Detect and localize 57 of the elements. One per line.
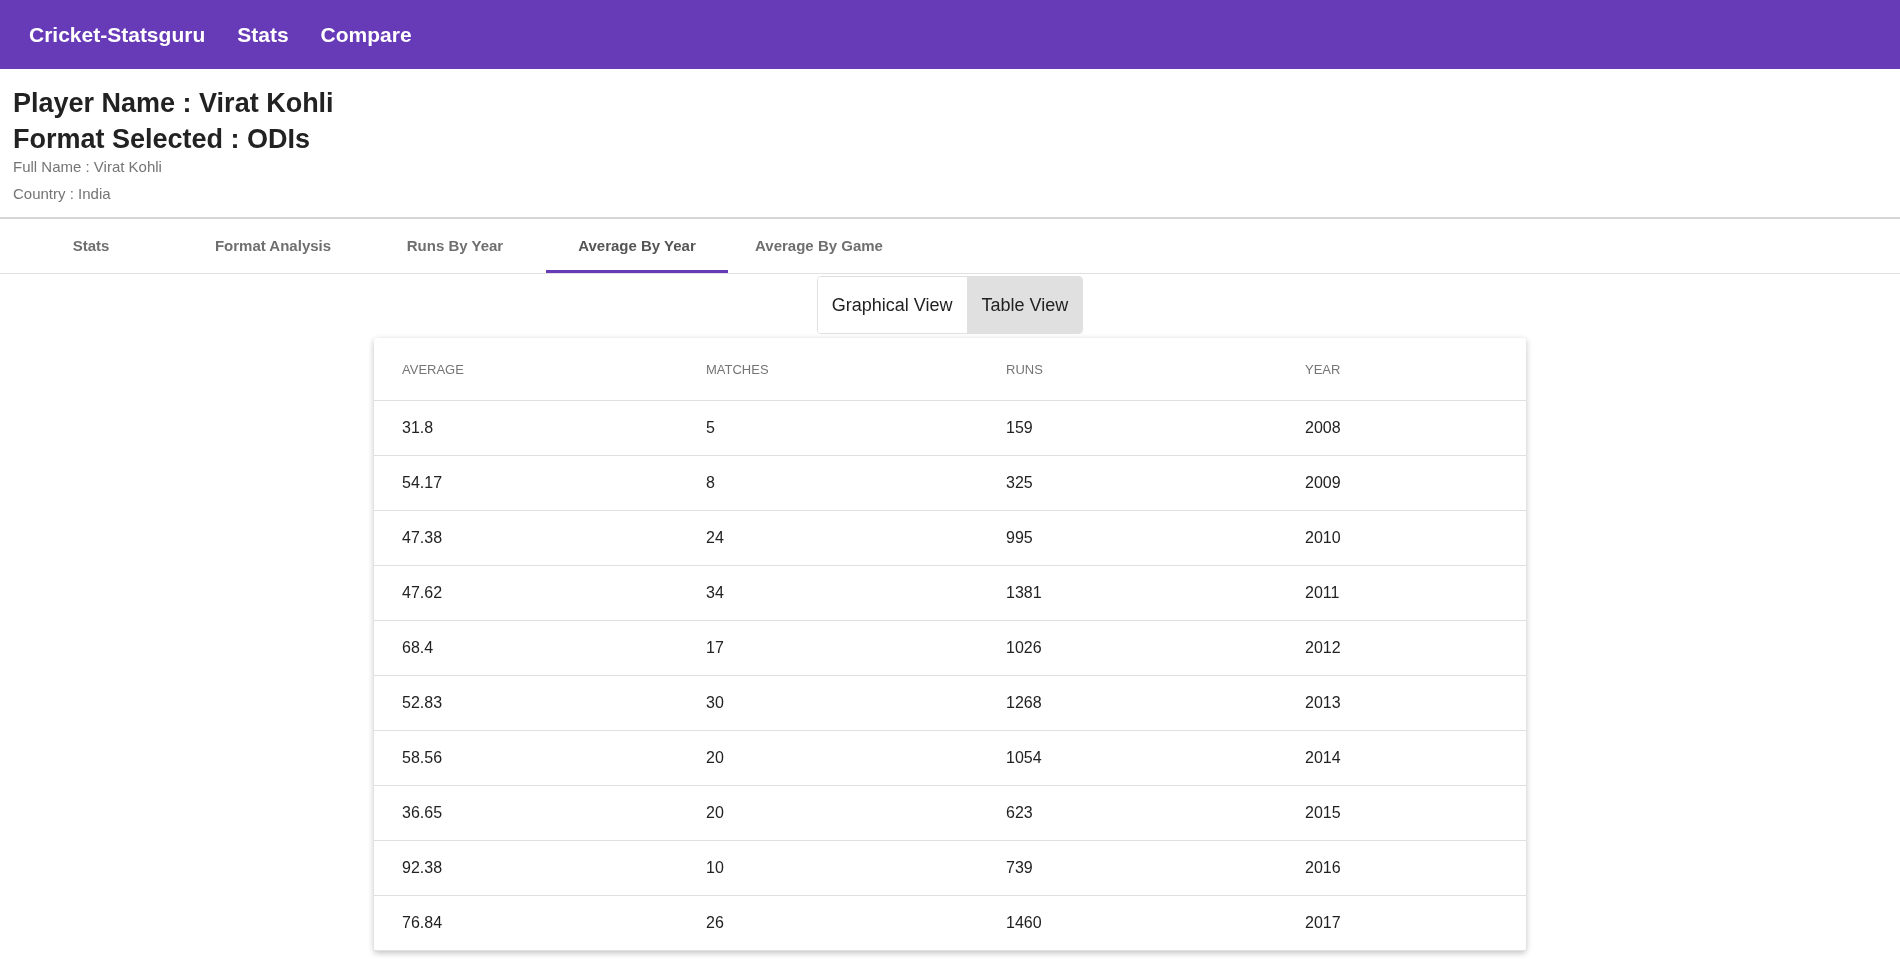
table-cell: 47.62	[374, 565, 678, 621]
table-cell: 36.65	[374, 785, 678, 841]
column-header: AVERAGE	[374, 338, 678, 401]
table-cell: 1026	[978, 620, 1277, 676]
table-cell: 1268	[978, 675, 1277, 731]
table-cell: 2015	[1277, 785, 1526, 841]
table-cell: 5	[678, 400, 978, 456]
nav-link[interactable]: Compare	[320, 22, 412, 47]
tab[interactable]: Format Analysis	[182, 219, 364, 273]
table-cell: 30	[678, 675, 978, 731]
view-toggle-button[interactable]: Table View	[966, 277, 1083, 333]
table-cell: 58.56	[374, 730, 678, 786]
table-cell: 325	[978, 455, 1277, 511]
brand-link[interactable]: Cricket-Statsguru	[29, 22, 206, 47]
format-heading: Format Selected : ODIs	[13, 123, 312, 156]
table-cell: 995	[978, 510, 1277, 566]
column-header: MATCHES	[678, 338, 978, 401]
column-header: RUNS	[978, 338, 1277, 401]
table-cell: 2012	[1277, 620, 1526, 676]
table-cell: 2016	[1277, 840, 1526, 896]
table-cell: 31.8	[374, 400, 678, 456]
table-cell: 17	[678, 620, 978, 676]
nav-link[interactable]: Stats	[237, 22, 289, 47]
table-cell: 2014	[1277, 730, 1526, 786]
tab[interactable]: Runs By Year	[364, 219, 546, 273]
column-header: YEAR	[1277, 338, 1526, 401]
country-text: Country : India	[13, 185, 112, 203]
tab[interactable]: Average By Year	[546, 219, 728, 273]
table-cell: 1381	[978, 565, 1277, 621]
full-name-text: Full Name : Virat Kohli	[13, 158, 163, 176]
table-cell: 20	[678, 785, 978, 841]
tab[interactable]: Stats	[0, 219, 182, 273]
table-cell: 92.38	[374, 840, 678, 896]
table-cell: 68.4	[374, 620, 678, 676]
table-cell: 1460	[978, 895, 1277, 951]
table-cell: 2017	[1277, 895, 1526, 951]
table-cell: 2010	[1277, 510, 1526, 566]
tab[interactable]: Average By Game	[728, 219, 910, 273]
table-cell: 47.38	[374, 510, 678, 566]
table-cell: 739	[978, 840, 1277, 896]
table-cell: 2009	[1277, 455, 1526, 511]
table-cell: 52.83	[374, 675, 678, 731]
table-cell: 8	[678, 455, 978, 511]
table-cell: 76.84	[374, 895, 678, 951]
table-cell: 26	[678, 895, 978, 951]
table-cell: 34	[678, 565, 978, 621]
table-cell: 623	[978, 785, 1277, 841]
table-cell: 20	[678, 730, 978, 786]
table-cell: 24	[678, 510, 978, 566]
table-cell: 2013	[1277, 675, 1526, 731]
table-cell: 2008	[1277, 400, 1526, 456]
table-cell: 159	[978, 400, 1277, 456]
player-name-heading: Player Name : Virat Kohli	[13, 87, 335, 120]
table-cell: 2011	[1277, 565, 1526, 621]
table-cell: 54.17	[374, 455, 678, 511]
table-cell: 1054	[978, 730, 1277, 786]
table-cell: 10	[678, 840, 978, 896]
